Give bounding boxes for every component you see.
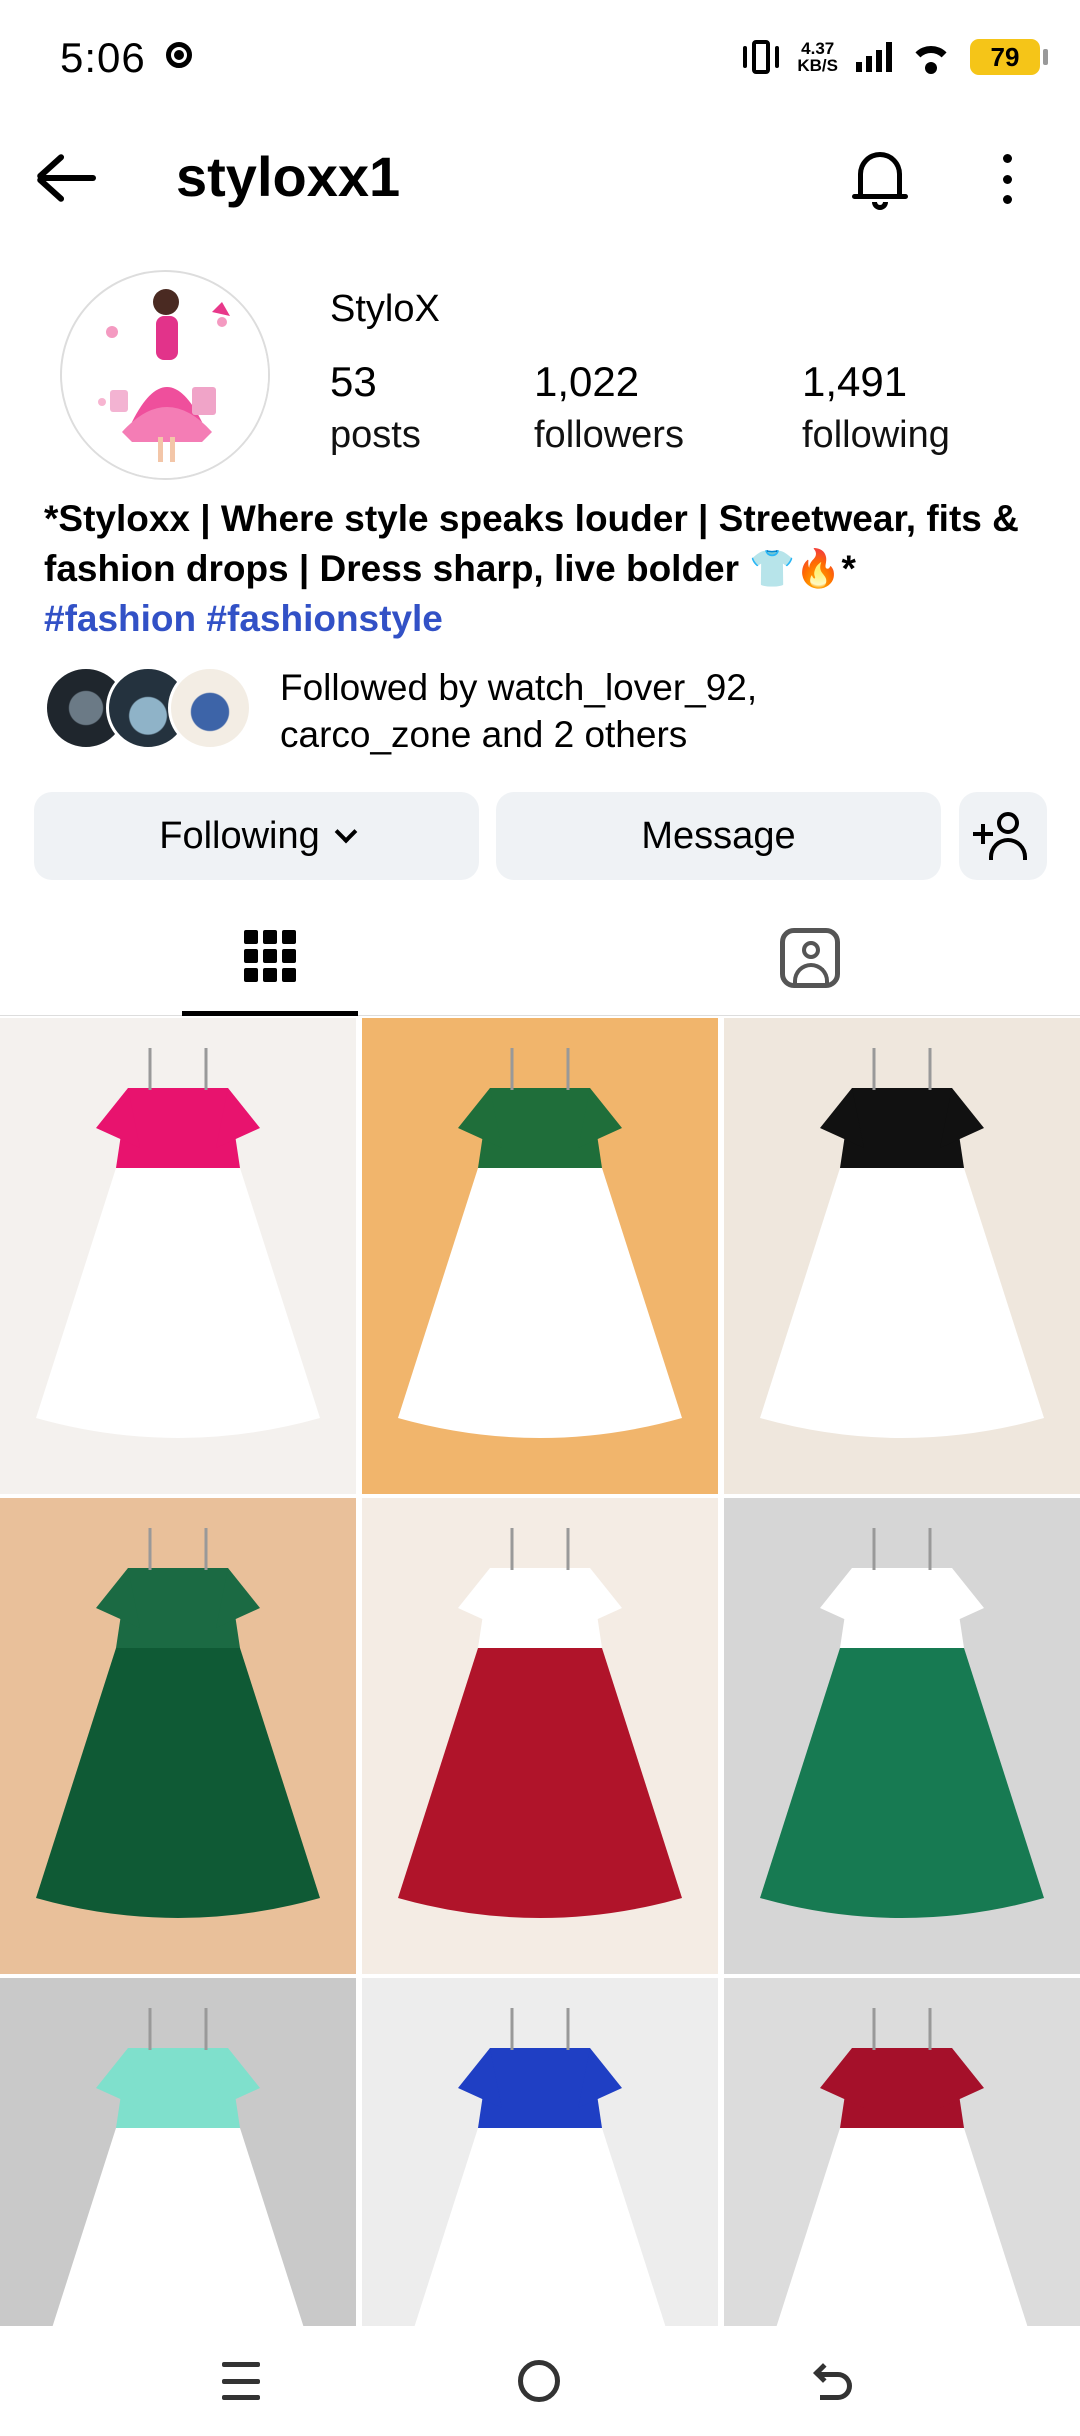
status-icons: 4.37 KB/S 79 [743,36,1048,78]
followers-label: followers [534,414,684,456]
net-speed-value: 4.37 [801,39,835,58]
following-stat[interactable]: 1,491 following [802,358,950,457]
more-options-icon[interactable] [1000,154,1014,204]
posts-label: posts [330,414,421,456]
dress-photo [362,1498,718,1974]
message-button[interactable]: Message [496,792,941,880]
dress-photo [724,1018,1080,1494]
followers-count: 1,022 [534,358,640,405]
wifi-icon [910,40,952,74]
followed-by-user1[interactable]: watch_lover_92, [488,667,757,708]
dress-photo [724,1498,1080,1974]
status-time: 5:06 [60,34,146,81]
grid-icon [244,929,296,982]
followers-stat[interactable]: 1,022 followers [534,358,684,457]
back-icon[interactable] [813,2362,854,2402]
dress-photo [0,1978,356,2326]
post-thumbnail[interactable] [0,1978,356,2326]
net-speed: 4.37 KB/S [797,40,838,74]
page-title: styloxx1 [176,145,401,208]
post-thumbnail[interactable] [0,1498,356,1974]
following-button-label: Following [159,814,320,857]
display-name: StyloX [330,288,440,330]
following-count: 1,491 [802,358,908,405]
following-label: following [802,414,950,456]
dress-photo [0,1498,356,1974]
bio: *Styloxx | Where style speaks louder | S… [44,494,1044,644]
back-arrow-icon[interactable] [34,150,98,206]
avatar [168,666,252,750]
battery-icon: 79 [970,39,1048,75]
signal-icon [856,42,892,72]
profile-tabs [0,900,1080,1016]
followed-by-user2[interactable]: carco_zone [280,714,471,755]
vibrate-icon [743,38,780,76]
bio-hashtags[interactable]: #fashion #fashionstyle [44,594,1044,644]
mutual-followers-avatars[interactable] [44,666,254,756]
posts-count: 53 [330,358,377,405]
post-thumbnail[interactable] [724,1978,1080,2326]
post-thumbnail[interactable] [362,1018,718,1494]
followed-by-suffix: and 2 others [471,714,688,755]
post-thumbnail[interactable] [724,1498,1080,1974]
post-thumbnail[interactable] [724,1018,1080,1494]
message-button-label: Message [641,814,796,857]
posts-stat[interactable]: 53 posts [330,358,421,457]
sync-icon [166,42,192,68]
notification-bell-icon[interactable] [850,148,910,212]
tagged-icon [780,928,840,988]
net-speed-unit: KB/S [797,56,838,75]
status-bar: 5:06 4.37 KB/S 79 [0,0,1080,110]
home-icon[interactable] [518,2360,560,2402]
avatar[interactable] [60,270,270,480]
menu-icon[interactable] [222,2362,260,2400]
post-thumbnail[interactable] [362,1498,718,1974]
suggest-people-button[interactable] [959,792,1047,880]
system-nav-bar [0,2326,1080,2436]
post-thumbnail[interactable] [362,1978,718,2326]
dress-photo [724,1978,1080,2326]
dress-photo [362,1978,718,2326]
followed-by-prefix: Followed by [280,667,488,708]
battery-level: 79 [990,41,1020,72]
following-button[interactable]: Following [34,792,479,880]
tab-posts-grid[interactable] [182,900,358,1016]
chevron-down-icon [334,820,358,844]
profile-header: styloxx1 [0,120,1080,230]
followed-by-text[interactable]: Followed by watch_lover_92, carco_zone a… [280,664,757,758]
post-thumbnail[interactable] [0,1018,356,1494]
dress-photo [0,1018,356,1494]
bio-text: *Styloxx | Where style speaks louder | S… [44,498,1019,589]
dress-photo [362,1018,718,1494]
tab-tagged[interactable] [722,900,898,1016]
